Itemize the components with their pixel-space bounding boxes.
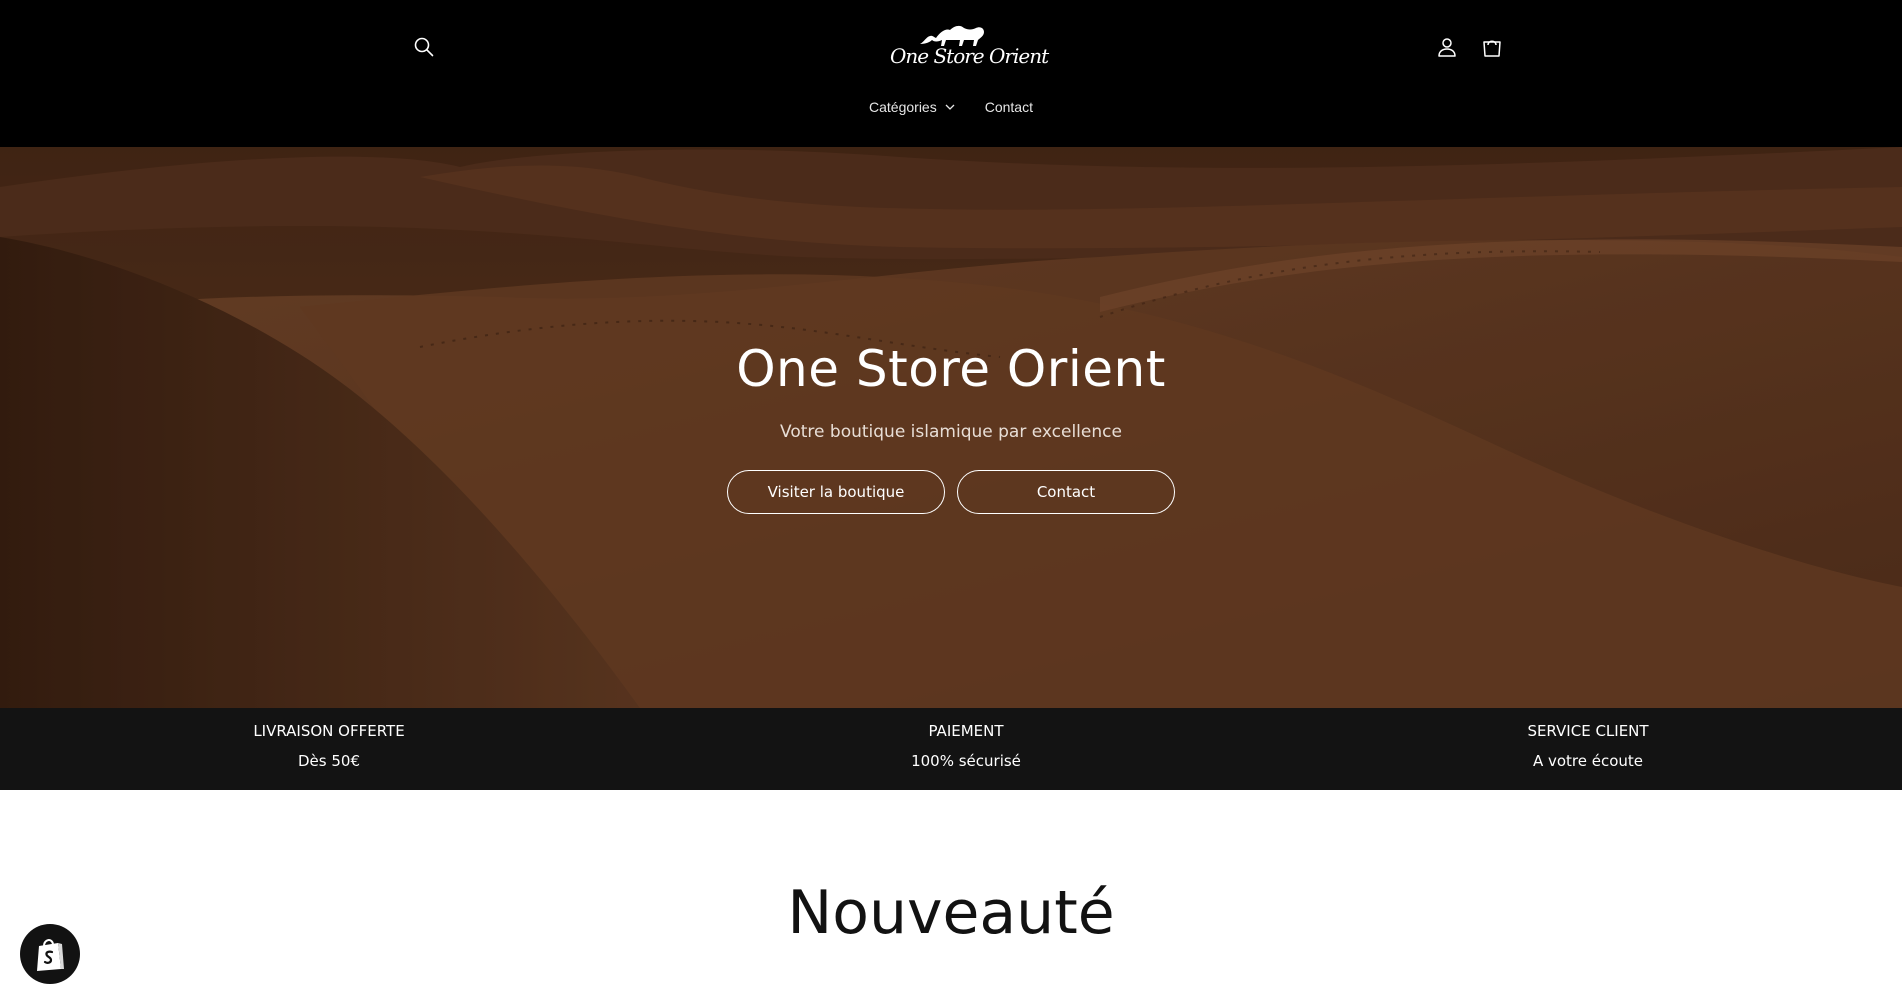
section-title-new: Nouveauté bbox=[787, 878, 1115, 948]
shopify-bag-icon bbox=[37, 939, 64, 971]
feature-title: PAIEMENT bbox=[928, 722, 1004, 740]
search-button[interactable] bbox=[402, 25, 446, 69]
visit-shop-button[interactable]: Visiter la boutique bbox=[727, 470, 945, 514]
chevron-down-icon bbox=[945, 104, 955, 110]
feature-subtitle: A votre écoute bbox=[1532, 752, 1644, 770]
cart-button[interactable] bbox=[1470, 25, 1514, 69]
hero-banner: One Store Orient Votre boutique islamiqu… bbox=[0, 147, 1902, 708]
store-logo[interactable]: One Store Orient bbox=[880, 20, 1049, 72]
hero-subtitle: Votre boutique islamique par excellence bbox=[780, 422, 1122, 442]
hero-content: One Store Orient Votre boutique islamiqu… bbox=[0, 147, 1902, 708]
site-header: One Store Orient Catégories Contact bbox=[0, 0, 1902, 147]
shopify-badge-button[interactable] bbox=[20, 924, 80, 984]
user-icon bbox=[1438, 38, 1456, 57]
contact-button[interactable]: Contact bbox=[957, 470, 1175, 514]
feature-subtitle: Dès 50€ bbox=[298, 752, 360, 770]
feature-title: SERVICE CLIENT bbox=[1527, 722, 1649, 740]
feature-title: LIVRAISON OFFERTE bbox=[253, 722, 405, 740]
feature-subtitle: 100% sécurisé bbox=[911, 752, 1021, 770]
cart-icon bbox=[1483, 40, 1501, 57]
nav-item-label: Catégories bbox=[869, 99, 937, 115]
hero-title: One Store Orient bbox=[736, 340, 1166, 398]
nav-item-categories[interactable]: Catégories bbox=[869, 99, 955, 115]
account-button[interactable] bbox=[1425, 25, 1469, 69]
logo-text: One Store Orient bbox=[890, 44, 1049, 68]
nav-item-contact[interactable]: Contact bbox=[985, 99, 1033, 115]
search-icon bbox=[414, 37, 434, 57]
nav-item-label: Contact bbox=[984, 99, 1033, 115]
main-navigation: Catégories Contact bbox=[0, 94, 1902, 120]
features-bar: LIVRAISON OFFERTE Dès 50€ PAIEMENT 100% … bbox=[0, 708, 1902, 790]
